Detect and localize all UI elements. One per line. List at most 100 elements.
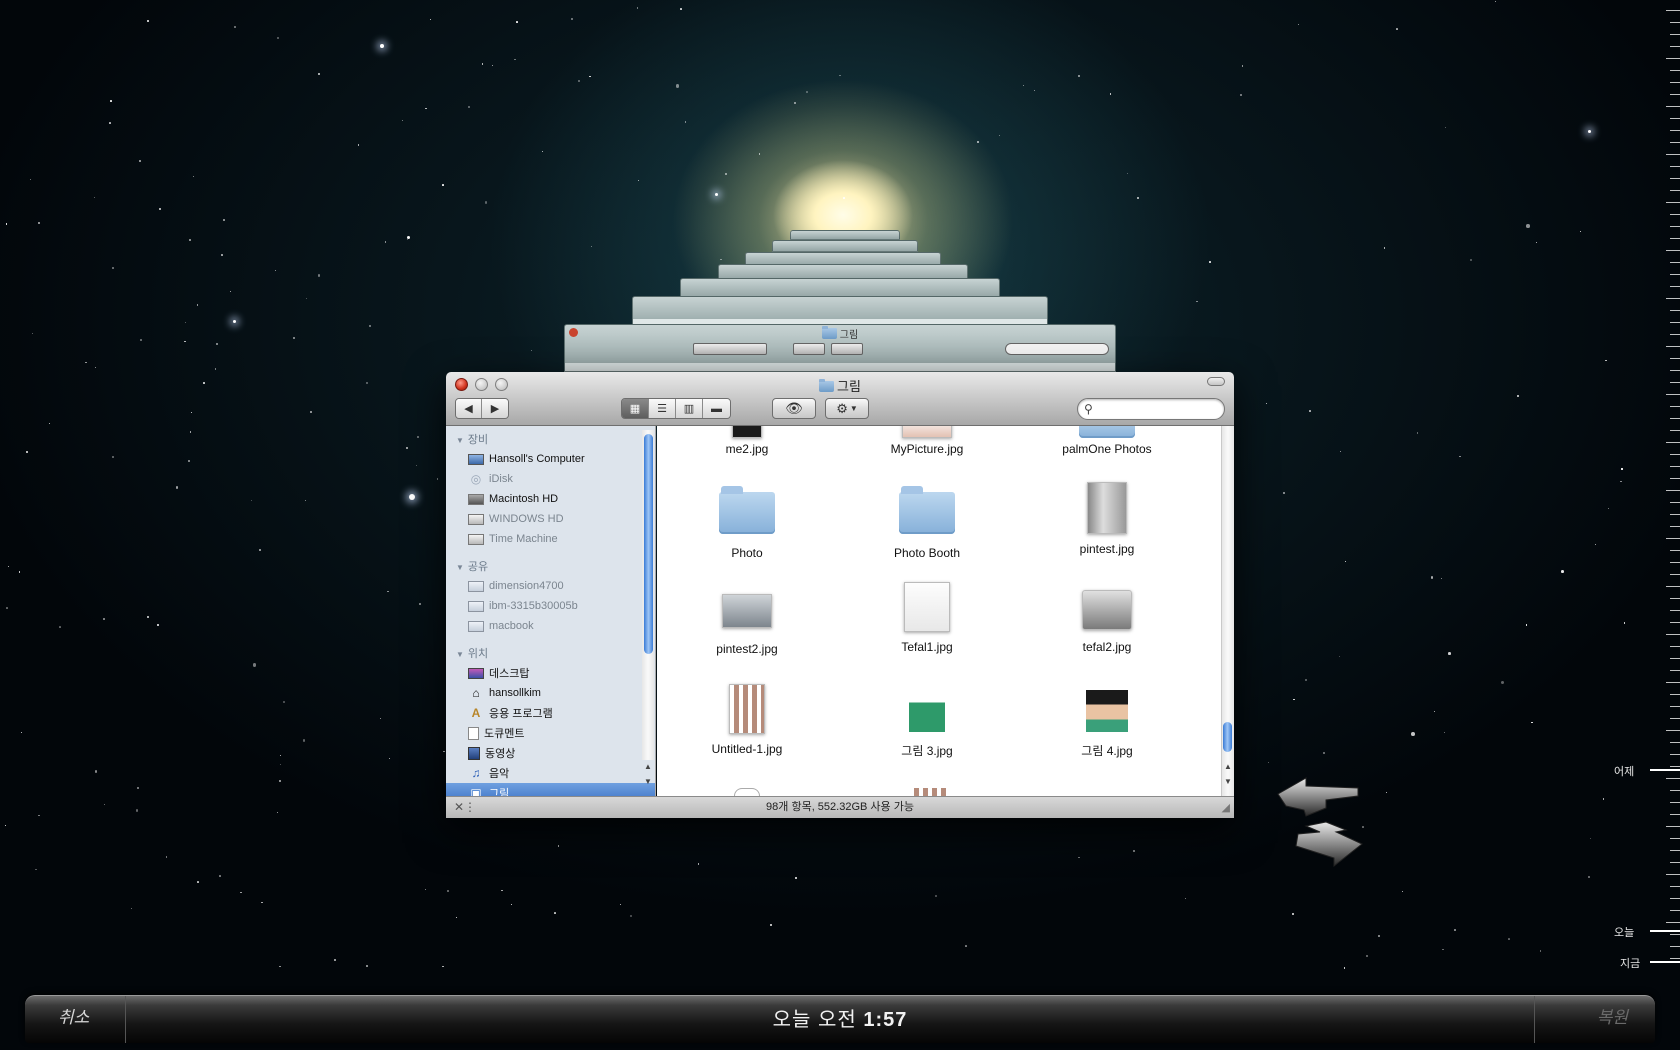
- timeline-tick[interactable]: [1670, 334, 1680, 335]
- timeline-tick-major[interactable]: [1650, 961, 1680, 963]
- forward-in-time-arrow-icon[interactable]: [1295, 821, 1363, 868]
- timeline-tick[interactable]: [1670, 34, 1680, 35]
- file-item[interactable]: me2.jpg: [657, 426, 837, 456]
- timeline-tick[interactable]: [1670, 262, 1680, 263]
- sidebar-section-devices[interactable]: ▼ 장비: [446, 428, 655, 449]
- timeline-tick[interactable]: [1670, 646, 1680, 647]
- timeline-tick[interactable]: [1666, 826, 1680, 827]
- timeline-tick[interactable]: [1670, 118, 1680, 119]
- timeline-tick[interactable]: [1670, 466, 1680, 467]
- window-titlebar[interactable]: 그림 ◀ ▶ ▦ ☰ ▥ ▬ 👁 ⚙ ▼ ⚲: [446, 372, 1234, 426]
- search-input[interactable]: [1098, 401, 1216, 417]
- timeline-tick[interactable]: [1670, 658, 1680, 659]
- timeline-tick[interactable]: [1666, 394, 1680, 395]
- sidebar-item-windows-hd[interactable]: WINDOWS HD: [446, 509, 655, 529]
- timeline-tick[interactable]: [1666, 922, 1680, 923]
- timeline-tick[interactable]: [1666, 730, 1680, 731]
- timeline-tick[interactable]: [1670, 862, 1680, 863]
- scroll-down-icon[interactable]: ▼: [1222, 777, 1234, 786]
- timeline-tick[interactable]: [1670, 46, 1680, 47]
- sidebar-scrollbar-thumb[interactable]: [644, 434, 653, 654]
- sidebar-item-documents[interactable]: 도큐멘트: [446, 723, 655, 743]
- list-view-button[interactable]: ☰: [649, 399, 676, 418]
- timeline-tick[interactable]: [1670, 802, 1680, 803]
- timeline-tick[interactable]: [1666, 346, 1680, 347]
- file-item[interactable]: Tefal1.jpg: [837, 582, 1017, 654]
- path-bar-toggle-icon[interactable]: ✕⋮: [454, 797, 476, 818]
- file-item[interactable]: Untitled-1.jpg: [657, 684, 837, 756]
- history-window[interactable]: [790, 230, 900, 240]
- timeline-tick[interactable]: [1670, 670, 1680, 671]
- timeline-tick[interactable]: [1670, 910, 1680, 911]
- disclosure-triangle-icon[interactable]: ▼: [456, 650, 464, 659]
- action-menu-button[interactable]: ⚙ ▼: [825, 398, 869, 419]
- timeline-tick[interactable]: [1670, 958, 1680, 959]
- timeline-tick[interactable]: [1670, 478, 1680, 479]
- content-scrollbar-thumb[interactable]: [1223, 722, 1232, 752]
- timeline-tick[interactable]: [1670, 130, 1680, 131]
- timeline-tick[interactable]: [1670, 742, 1680, 743]
- timeline-tick[interactable]: [1670, 70, 1680, 71]
- timeline-tick[interactable]: [1666, 682, 1680, 683]
- timeline-tick[interactable]: [1670, 754, 1680, 755]
- timeline-tick[interactable]: [1666, 58, 1680, 59]
- file-item[interactable]: 그림 4.jpg: [1017, 690, 1197, 759]
- timeline-tick[interactable]: [1670, 946, 1680, 947]
- sidebar-section-shared[interactable]: ▼ 공유: [446, 555, 655, 576]
- timeline-tick[interactable]: [1670, 22, 1680, 23]
- timeline-tick[interactable]: [1670, 430, 1680, 431]
- sidebar-section-places[interactable]: ▼ 위치: [446, 642, 655, 663]
- sidebar-item-ibm[interactable]: ibm-3315b30005b: [446, 596, 655, 616]
- timeline-tick[interactable]: [1670, 418, 1680, 419]
- column-view-button[interactable]: ▥: [676, 399, 703, 418]
- timeline-tick[interactable]: [1670, 598, 1680, 599]
- sidebar-item-desktop[interactable]: 데스크탑: [446, 663, 655, 683]
- timeline-tick[interactable]: [1670, 382, 1680, 383]
- timeline-tick[interactable]: [1670, 322, 1680, 323]
- sidebar-item-time-machine[interactable]: Time Machine: [446, 529, 655, 549]
- icon-view-button[interactable]: ▦: [622, 399, 649, 418]
- timeline-tick[interactable]: [1666, 250, 1680, 251]
- timeline-tick[interactable]: [1666, 586, 1680, 587]
- file-item[interactable]: pintest.jpg: [1017, 482, 1197, 556]
- timeline-tick[interactable]: [1670, 610, 1680, 611]
- timeline-tick[interactable]: [1666, 874, 1680, 875]
- timeline-tick[interactable]: [1670, 550, 1680, 551]
- timeline-tick[interactable]: [1670, 406, 1680, 407]
- timeline-tick[interactable]: [1670, 454, 1680, 455]
- timeline-tick[interactable]: [1670, 370, 1680, 371]
- timeline-tick-major[interactable]: [1650, 769, 1680, 771]
- timeline-tick-major[interactable]: [1650, 930, 1680, 932]
- timeline-tick[interactable]: [1666, 490, 1680, 491]
- resize-grip-icon[interactable]: ◢: [1222, 798, 1230, 818]
- sidebar-item-macintosh-hd[interactable]: Macintosh HD: [446, 489, 655, 509]
- timeline-tick[interactable]: [1666, 634, 1680, 635]
- file-item[interactable]: Photo: [657, 486, 837, 560]
- timeline-tick[interactable]: [1670, 502, 1680, 503]
- timeline-tick[interactable]: [1670, 694, 1680, 695]
- timeline-tick[interactable]: [1666, 106, 1680, 107]
- timeline-tick[interactable]: [1670, 706, 1680, 707]
- timeline-tick[interactable]: [1670, 886, 1680, 887]
- timeline-tick[interactable]: [1670, 850, 1680, 851]
- timeline-tick[interactable]: [1670, 574, 1680, 575]
- file-item[interactable]: tefal2.jpg: [1017, 590, 1197, 654]
- timeline-tick[interactable]: [1670, 562, 1680, 563]
- back-forward-buttons[interactable]: ◀ ▶: [455, 398, 509, 419]
- timeline-tick[interactable]: [1666, 298, 1680, 299]
- timeline-tick[interactable]: [1670, 358, 1680, 359]
- timeline-tick[interactable]: [1666, 538, 1680, 539]
- cover-flow-button[interactable]: ▬: [703, 399, 730, 418]
- sidebar-item-home[interactable]: ⌂ hansollkim: [446, 683, 655, 703]
- finder-window[interactable]: 그림 ◀ ▶ ▦ ☰ ▥ ▬ 👁 ⚙ ▼ ⚲ ▼ 장비 Hansoll's Comp…: [446, 372, 1234, 818]
- sidebar-item-music[interactable]: ♫ 음악: [446, 763, 655, 783]
- scroll-down-icon[interactable]: ▼: [642, 777, 654, 786]
- timeline-tick[interactable]: [1670, 214, 1680, 215]
- sidebar-item-dimension4700[interactable]: dimension4700: [446, 576, 655, 596]
- timeline-tick[interactable]: [1666, 202, 1680, 203]
- forward-button[interactable]: ▶: [482, 399, 508, 418]
- timeline[interactable]: [1640, 0, 1680, 990]
- timeline-tick[interactable]: [1670, 790, 1680, 791]
- history-window[interactable]: [772, 240, 918, 252]
- back-in-time-arrow-icon[interactable]: [1277, 777, 1359, 817]
